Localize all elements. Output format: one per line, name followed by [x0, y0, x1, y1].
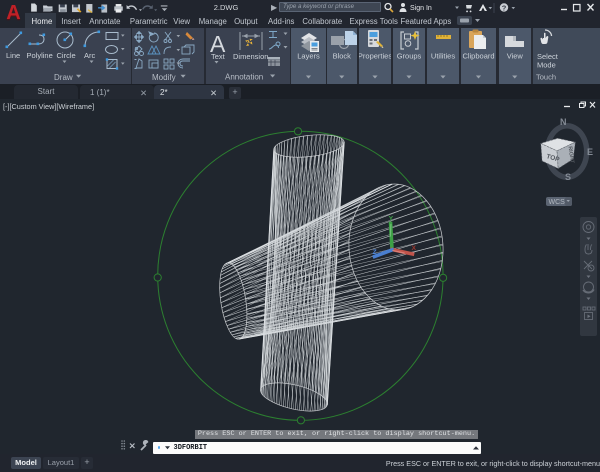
svg-text:X: X	[412, 245, 417, 252]
svg-text:Mode: Mode	[537, 61, 556, 70]
svg-text:Layers: Layers	[297, 52, 320, 61]
svg-text:Circle: Circle	[57, 51, 76, 60]
svg-text:View: View	[507, 52, 524, 61]
svg-text:S: S	[565, 172, 571, 182]
svg-text:Text: Text	[211, 52, 226, 61]
svg-text:Annotation: Annotation	[225, 73, 263, 82]
svg-text:Polyline: Polyline	[27, 51, 53, 60]
svg-text:Block: Block	[333, 52, 352, 61]
svg-text:Y: Y	[389, 216, 394, 223]
svg-text:WCS: WCS	[549, 199, 566, 206]
svg-text:Sign In: Sign In	[410, 5, 432, 12]
svg-text:Touch: Touch	[536, 73, 556, 82]
svg-text:Line: Line	[6, 51, 20, 60]
svg-text:Dimension: Dimension	[233, 52, 268, 61]
svg-text:N: N	[560, 117, 567, 127]
svg-text:Modify: Modify	[152, 73, 176, 82]
svg-text:Arc: Arc	[84, 51, 96, 60]
svg-text:Draw: Draw	[54, 73, 73, 82]
svg-text:Properties: Properties	[359, 52, 391, 61]
svg-text:?: ?	[502, 3, 507, 12]
svg-text:E: E	[587, 147, 593, 157]
svg-text:Groups: Groups	[396, 52, 421, 61]
svg-text:Utilities: Utilities	[431, 52, 455, 61]
svg-text:Z: Z	[373, 249, 377, 256]
svg-text:Clipboard: Clipboard	[462, 52, 494, 61]
